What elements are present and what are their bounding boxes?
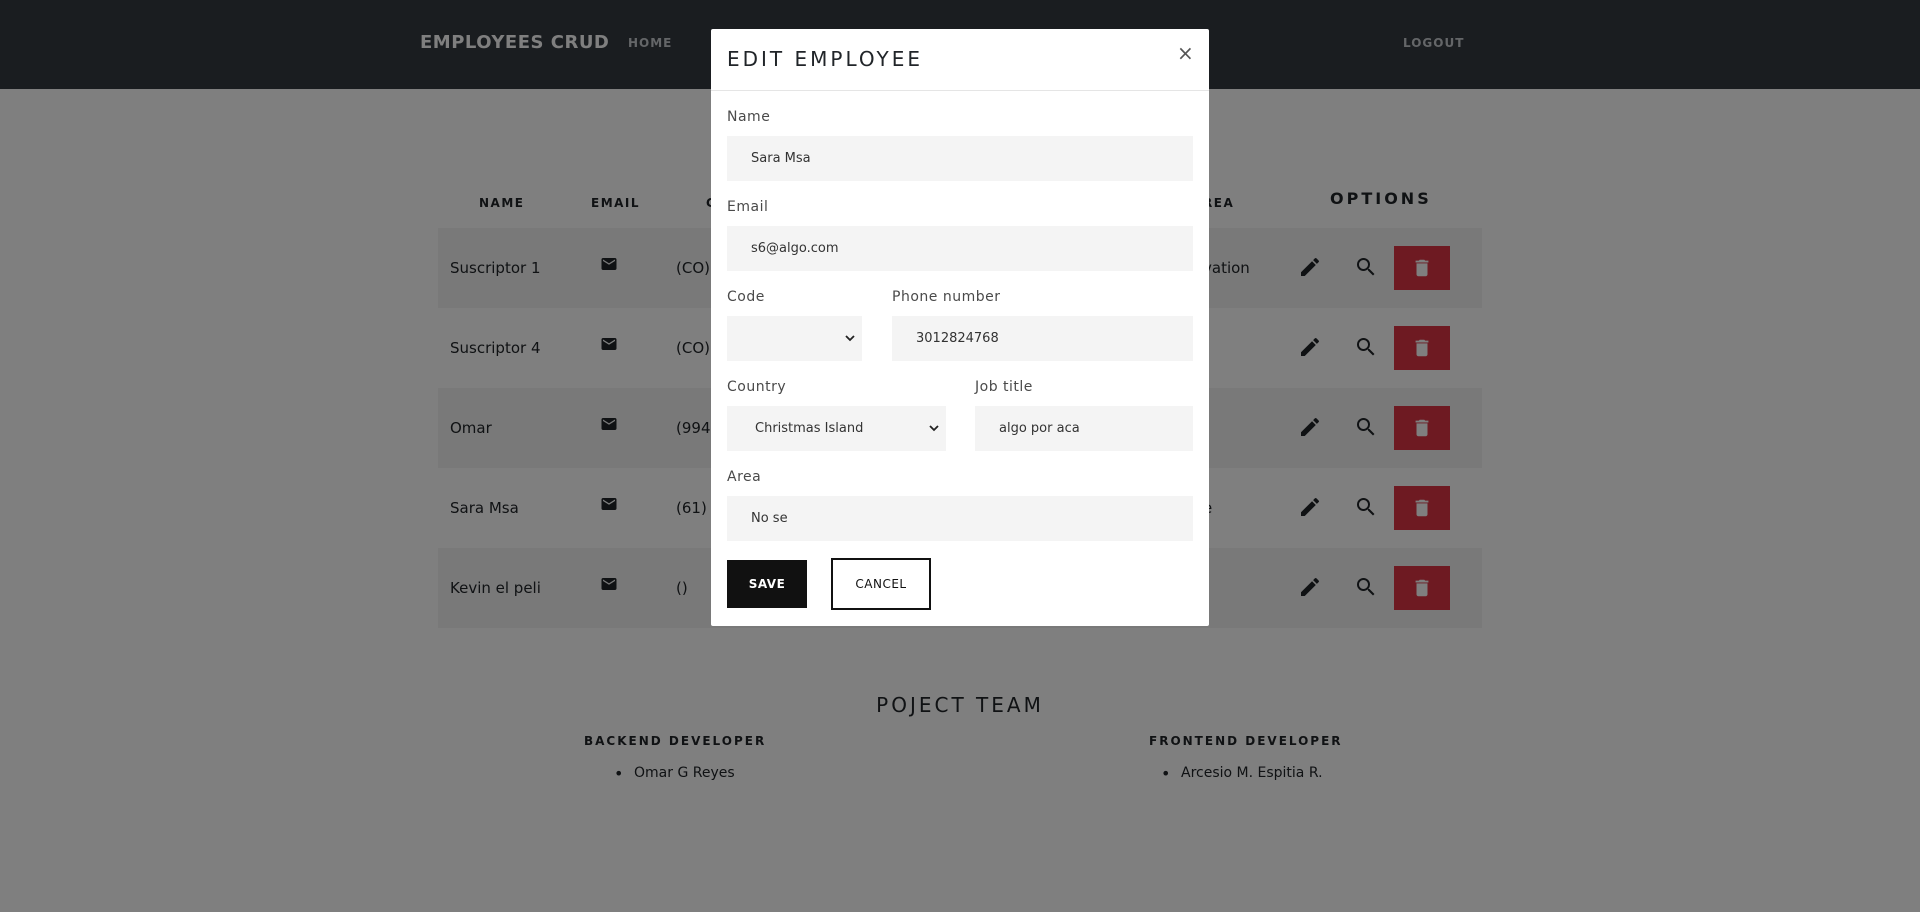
phone-input[interactable]: 3012824768 — [892, 316, 1193, 361]
area-label: Area — [727, 469, 762, 485]
country-label: Country — [727, 379, 787, 395]
country-select-value: Christmas Island — [755, 421, 864, 436]
phone-label: Phone number — [892, 289, 1001, 305]
area-input[interactable]: No se — [727, 496, 1193, 541]
email-label: Email — [727, 199, 769, 215]
country-select[interactable]: Christmas Island — [727, 406, 946, 451]
close-icon[interactable]: × — [1177, 43, 1194, 63]
modal-title: EDIT EMPLOYEE — [727, 47, 924, 71]
job-title-input[interactable]: algo por aca — [975, 406, 1193, 451]
cancel-button[interactable]: CANCEL — [831, 558, 931, 610]
email-input[interactable]: s6@algo.com — [727, 226, 1193, 271]
chevron-down-icon — [845, 335, 855, 342]
chevron-down-icon — [929, 425, 939, 432]
save-button[interactable]: SAVE — [727, 560, 807, 608]
name-input[interactable]: Sara Msa — [727, 136, 1193, 181]
job-title-label: Job title — [975, 379, 1033, 395]
name-label: Name — [727, 109, 771, 125]
code-select[interactable] — [727, 316, 862, 361]
edit-employee-modal: EDIT EMPLOYEE × Name Sara Msa Email s6@a… — [711, 29, 1209, 626]
modal-header: EDIT EMPLOYEE × — [711, 29, 1209, 91]
code-label: Code — [727, 289, 765, 305]
